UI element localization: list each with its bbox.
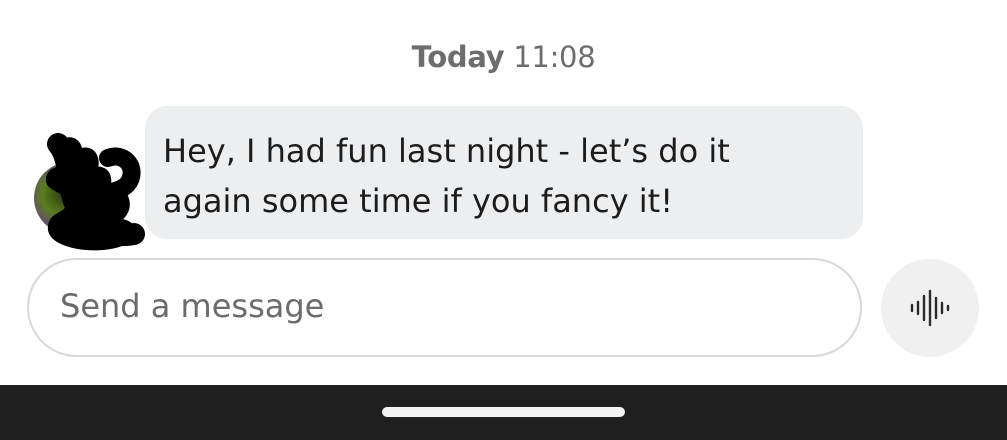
message-line-1: Hey, I had fun last night - let’s do it xyxy=(163,132,730,170)
message-bubble[interactable]: Hey, I had fun last night - let’s do it … xyxy=(145,106,863,239)
message-timestamp: Today 11:08 xyxy=(0,40,1007,74)
message-input-placeholder: Send a message xyxy=(60,287,325,325)
system-navigation-bar xyxy=(0,385,1007,440)
voice-message-button[interactable] xyxy=(881,259,979,357)
audio-waveform-icon xyxy=(910,289,950,327)
message-line-2: again some time if you fancy it! xyxy=(163,182,674,220)
timestamp-day: Today xyxy=(411,40,505,74)
message-input[interactable]: Send a message xyxy=(27,258,862,357)
home-indicator[interactable] xyxy=(382,407,625,417)
timestamp-time: 11:08 xyxy=(513,40,596,74)
avatar-redaction-scribble xyxy=(45,133,145,251)
